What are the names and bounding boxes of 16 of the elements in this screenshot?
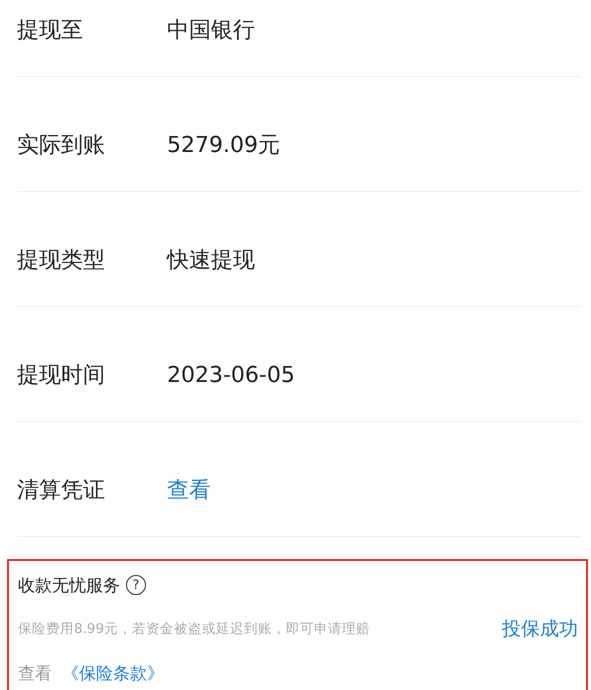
view-link[interactable]: 查看: [167, 475, 211, 505]
service-description: 保险费用8.99元，若资金被盗或延迟到账，即可申请理赔: [18, 620, 370, 638]
service-title: 收款无忧服务: [18, 574, 120, 596]
detail-value: 快速提现: [167, 247, 255, 275]
terms-link[interactable]: 《保险条款》: [62, 662, 164, 684]
status-text: 投保成功: [502, 617, 578, 642]
terms-prefix: 查看: [18, 662, 52, 684]
detail-label: 清算凭证: [17, 477, 106, 505]
detail-label: 提现至: [17, 17, 84, 45]
detail-value: 5279.09元: [167, 132, 280, 160]
detail-label: 提现时间: [17, 362, 106, 390]
detail-value: 2023-06-05: [167, 362, 295, 388]
detail-value: 中国银行: [167, 17, 255, 45]
detail-label: 提现类型: [17, 247, 106, 275]
help-icon[interactable]: ?: [126, 575, 146, 595]
detail-label: 实际到账: [17, 132, 106, 160]
